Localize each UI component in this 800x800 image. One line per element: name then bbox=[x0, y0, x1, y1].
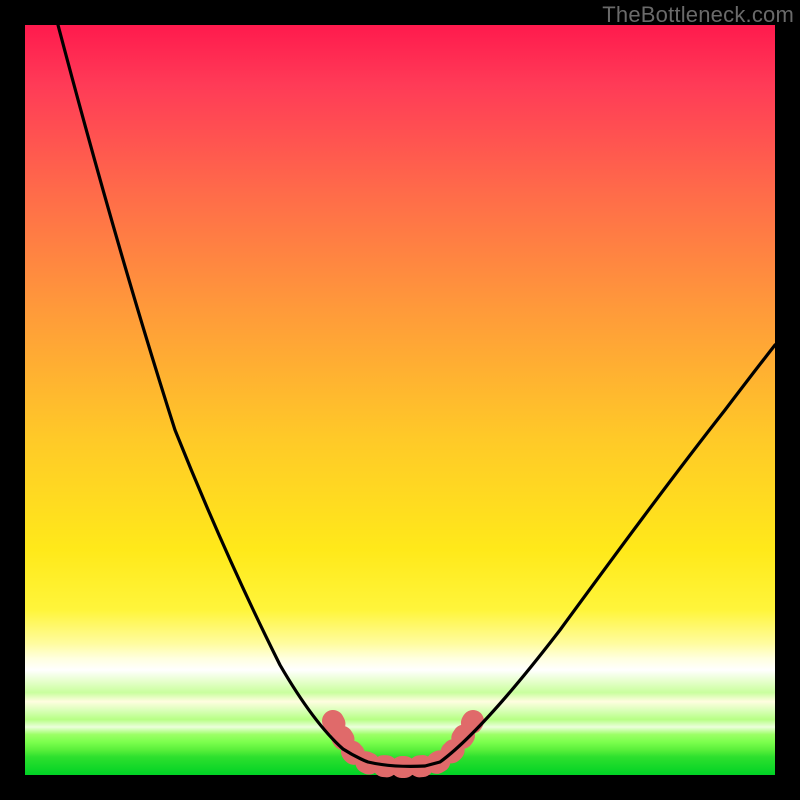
bottleneck-curve bbox=[58, 25, 775, 766]
curve-overlay bbox=[25, 25, 775, 775]
throat-highlight bbox=[333, 721, 473, 767]
watermark-text: TheBottleneck.com bbox=[602, 2, 794, 28]
plot-frame bbox=[25, 25, 775, 775]
